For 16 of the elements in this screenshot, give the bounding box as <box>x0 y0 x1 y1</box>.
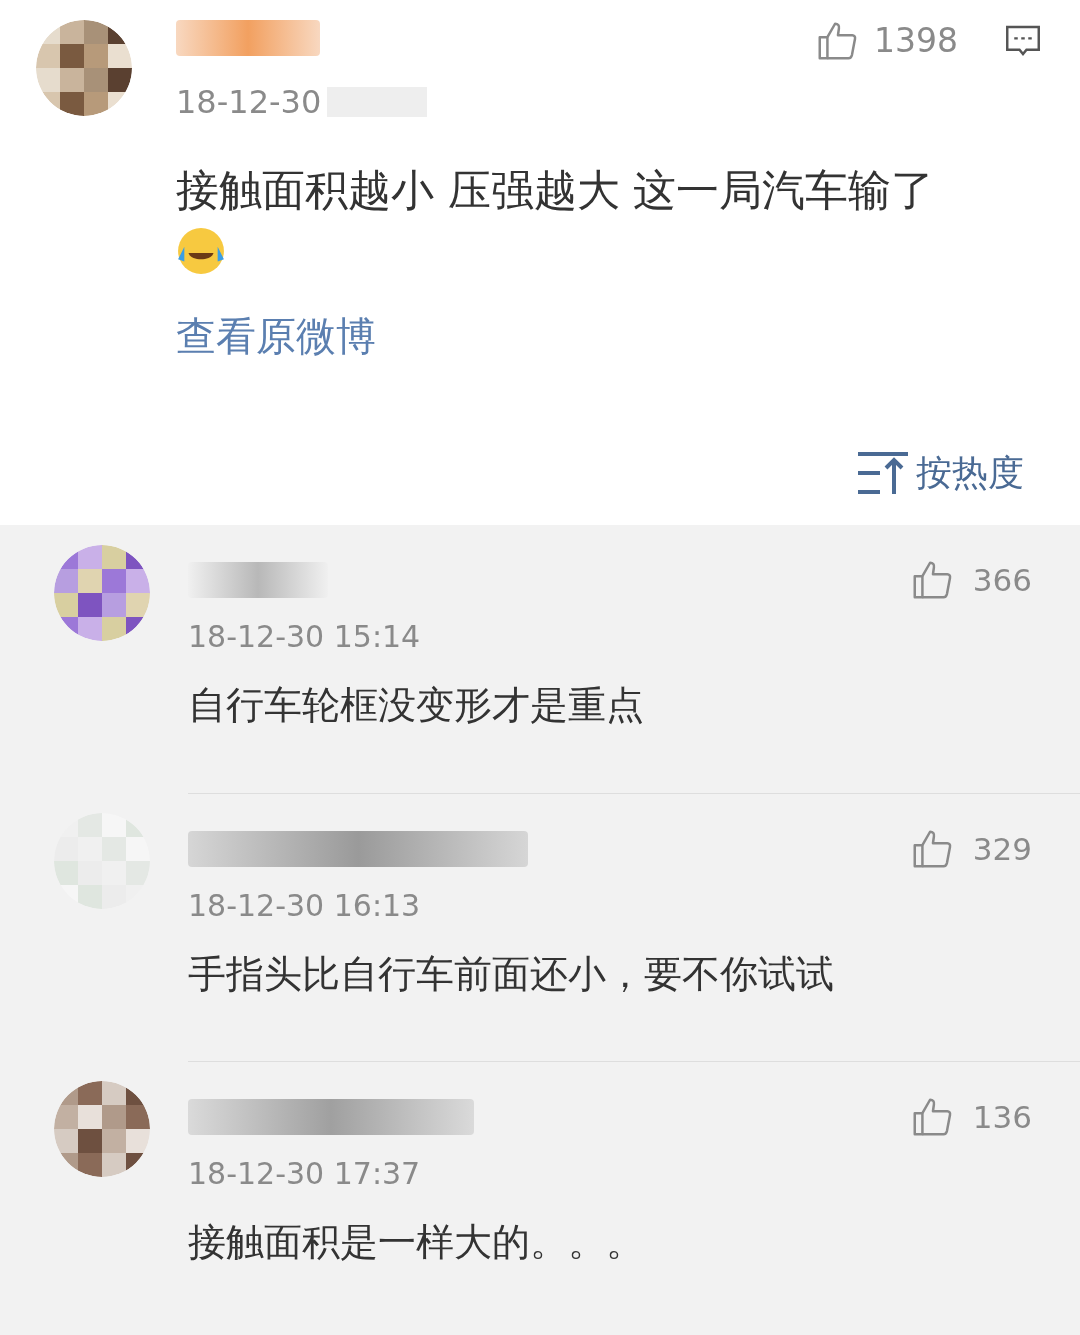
post-text: 接触面积越小 压强越大 这一局汽车输了 <box>176 163 936 217</box>
like-count: 136 <box>972 1098 1032 1137</box>
laughing-crying-icon <box>176 225 226 276</box>
comment-text: 接触面积是一样大的。。。 <box>188 1218 645 1266</box>
sort-icon <box>856 450 910 496</box>
view-original-link[interactable]: 查看原微博 <box>176 305 376 366</box>
like-count: 329 <box>972 830 1032 869</box>
like-count: 366 <box>972 561 1032 600</box>
sort-button[interactable]: 按热度 <box>856 446 1024 500</box>
post-time: 18-12-30 <box>176 81 322 123</box>
comment-text: 自行车轮框没变形才是重点 <box>188 681 645 729</box>
comment-time: 18-12-30 16:13 <box>188 886 422 925</box>
comment-time: 18-12-30 17:37 <box>188 1154 422 1193</box>
comment-text: 手指头比自行车前面还小，要不你试试 <box>188 950 835 998</box>
comment-time: 18-12-30 15:14 <box>188 617 422 656</box>
like-count: 1398 <box>874 20 958 62</box>
